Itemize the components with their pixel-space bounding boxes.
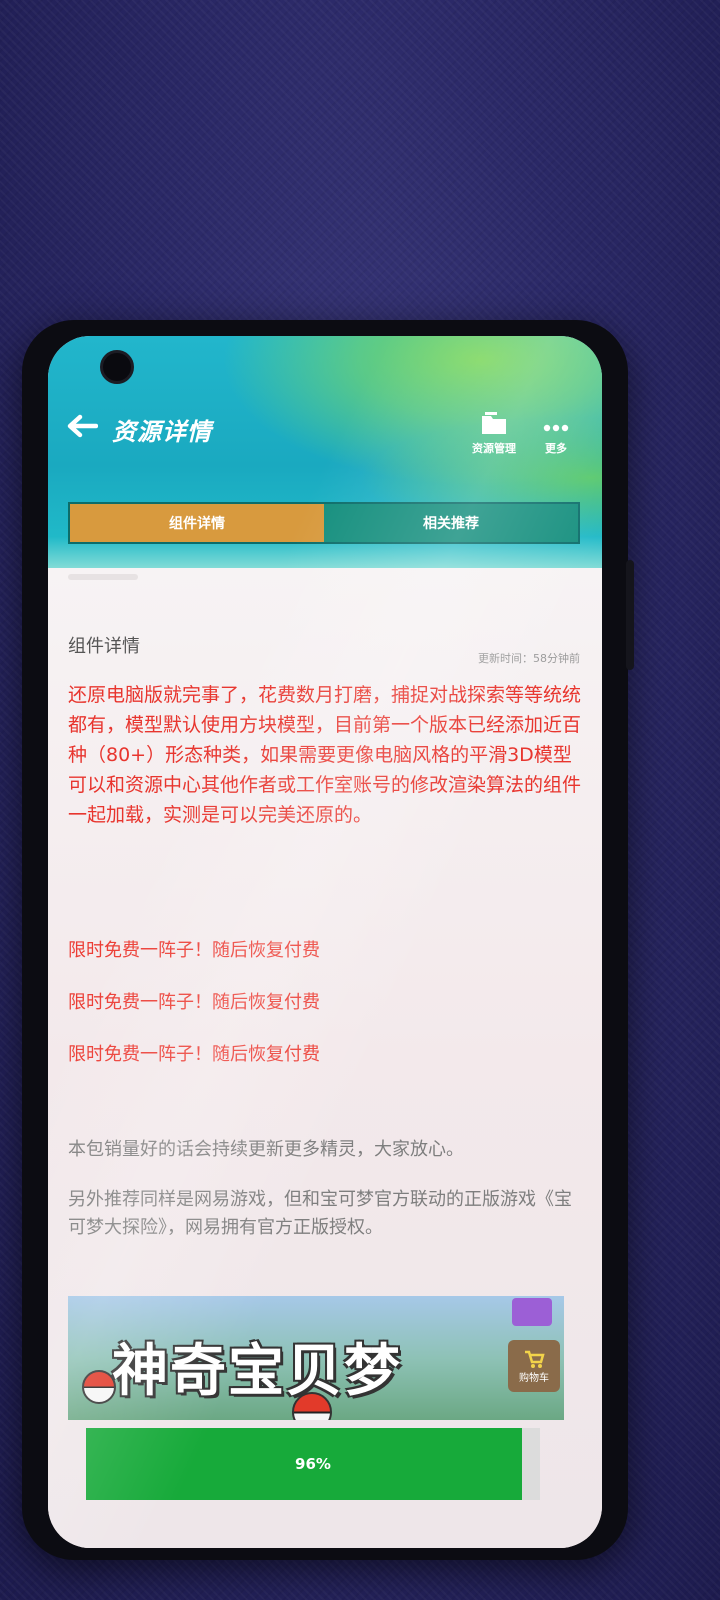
detail-content: 组件详情 更新时间：58分钟前 还原电脑版就完事了，花费数月打磨，捕捉对战探索等… <box>48 568 602 1548</box>
download-progress-button[interactable]: 96% <box>86 1428 540 1500</box>
gift-icon <box>512 1298 552 1326</box>
tab-recommend[interactable]: 相关推荐 <box>324 504 578 542</box>
more-button[interactable]: 更多 <box>542 410 570 456</box>
app-header: 资源详情 资源管理 更多 组件详情 相关推荐 <box>48 336 602 572</box>
phone-side-button <box>626 560 634 670</box>
page-title: 资源详情 <box>112 418 212 446</box>
scroll-indicator <box>68 574 138 580</box>
cart-label: 购物车 <box>519 1372 549 1384</box>
more-dots-icon <box>543 424 569 432</box>
note-text: 另外推荐同样是网易游戏，但和宝可梦官方联动的正版游戏《宝可梦大探险》，网易拥有官… <box>68 1189 572 1238</box>
update-time: 更新时间：58分钟前 <box>478 652 580 665</box>
back-button[interactable] <box>62 406 102 446</box>
cart-button[interactable]: 购物车 <box>508 1340 560 1392</box>
promo-text: 限时免费一阵子！随后恢复付费 <box>68 992 320 1013</box>
cart-icon <box>525 1350 545 1368</box>
phone-screen: 资源详情 资源管理 更多 组件详情 相关推荐 组件详情 更新时间：58分钟前 还… <box>48 336 602 1548</box>
front-camera <box>100 350 134 384</box>
arrow-left-icon <box>67 414 98 438</box>
promo-banner[interactable]: 神奇宝贝梦 购物车 <box>68 1296 564 1420</box>
resource-manage-label: 资源管理 <box>472 442 516 455</box>
progress-label: 96% <box>295 1455 331 1473</box>
banner-title: 神奇宝贝梦 <box>112 1339 402 1404</box>
promo-text: 限时免费一阵子！随后恢复付费 <box>68 1044 320 1065</box>
resource-manage-button[interactable]: 资源管理 <box>472 410 516 456</box>
folder-icon <box>482 412 506 434</box>
section-title: 组件详情 <box>68 636 140 657</box>
more-label: 更多 <box>545 442 567 455</box>
description-text: 还原电脑版就完事了，花费数月打磨，捕捉对战探索等等统统都有，模型默认使用方块模型… <box>68 684 582 826</box>
note-text: 本包销量好的话会持续更新更多精灵，大家放心。 <box>68 1139 464 1160</box>
tab-detail[interactable]: 组件详情 <box>70 504 324 542</box>
promo-text: 限时免费一阵子！随后恢复付费 <box>68 940 320 961</box>
pokeball-icon <box>82 1370 116 1404</box>
tab-bar: 组件详情 相关推荐 <box>68 502 580 544</box>
